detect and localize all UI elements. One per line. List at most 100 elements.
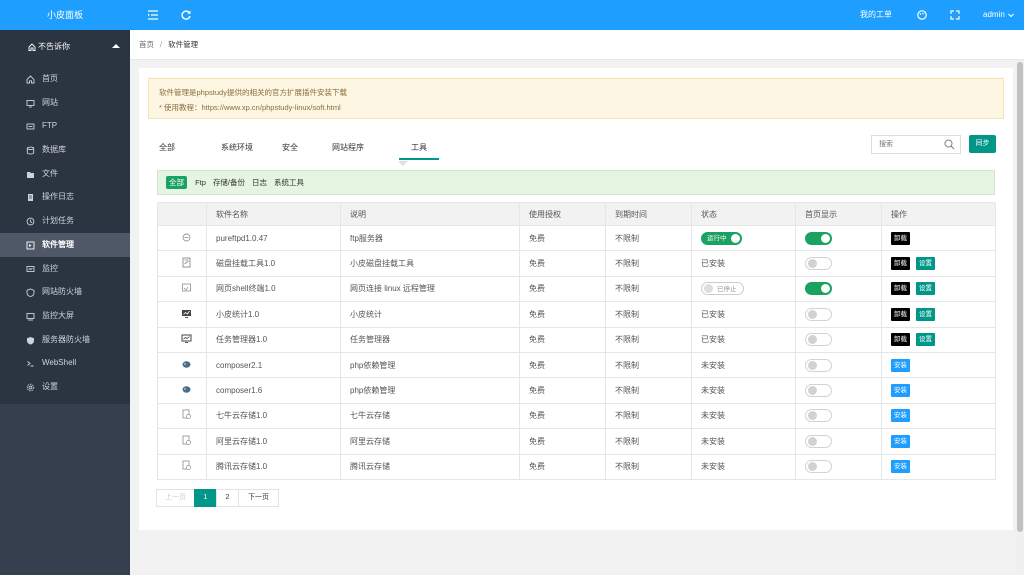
admin-menu[interactable]: admin (983, 0, 1015, 30)
home-display-cell (795, 250, 882, 277)
pager-page-1[interactable]: 1 (194, 489, 217, 507)
app-title[interactable]: 小皮面板 (0, 0, 130, 30)
install-button[interactable]: 安装 (891, 434, 910, 448)
status-cell: 未安装 (691, 377, 796, 404)
sync-button[interactable]: 同步 (969, 135, 996, 153)
sidebar-item-ftp[interactable]: FTP (0, 114, 130, 138)
install-button[interactable]: 安装 (891, 384, 910, 398)
tab-0[interactable]: 全部 (157, 138, 177, 160)
tab-4[interactable]: 工具 (399, 138, 439, 160)
pager-page-2[interactable]: 2 (216, 489, 239, 507)
settings-button[interactable]: 设置 (916, 282, 935, 296)
uninstall-button[interactable]: 卸载 (891, 231, 910, 245)
home-display-switch[interactable] (805, 231, 832, 245)
home-display-switch[interactable] (805, 282, 832, 296)
subcategory-filter: 全部 Ftp 存储/备份 日志 系统工具 (157, 170, 995, 195)
license-type: 免费 (519, 301, 606, 328)
sidebar-item-log[interactable]: 操作日志 (0, 185, 130, 209)
uninstall-button[interactable]: 卸载 (891, 307, 910, 321)
sidebar-item-terminal[interactable]: WebShell (0, 351, 130, 375)
sidebar-item-home[interactable]: 首页 (0, 67, 130, 91)
sidebar-item-shield[interactable]: 网站防火墙 (0, 280, 130, 304)
license-type: 免费 (519, 377, 606, 404)
sidebar-item-gear[interactable]: 设置 (0, 375, 130, 399)
install-button[interactable]: 安装 (891, 358, 910, 372)
status-toggle-running[interactable]: 运行中 (701, 231, 742, 245)
subfilter-option[interactable]: Ftp (195, 178, 206, 187)
install-button[interactable]: 安装 (891, 460, 910, 474)
home-display-switch[interactable] (805, 333, 832, 347)
sidebar-item-label: 首页 (42, 74, 58, 83)
column-header: 到期时间 (605, 202, 692, 226)
pager-next-button[interactable]: 下一页 (238, 489, 279, 507)
home-display-cell (795, 301, 882, 328)
uninstall-button[interactable]: 卸载 (891, 282, 910, 296)
theme-icon[interactable] (916, 9, 928, 21)
column-header: 说明 (340, 202, 520, 226)
home-display-switch[interactable] (805, 257, 832, 271)
home-display-cell (795, 224, 882, 252)
table-row: 阿里云存储1.0 阿里云存储 免费 不限制 未安装 安装 (157, 428, 996, 455)
sidebar-item-monitor[interactable]: 网站 (0, 91, 130, 115)
sidebar-item-clock[interactable]: 计划任务 (0, 209, 130, 233)
search-icon[interactable] (944, 139, 955, 150)
install-button[interactable]: 安装 (891, 409, 910, 423)
sidebar-item-label: 文件 (42, 168, 58, 178)
settings-button[interactable]: 设置 (916, 257, 935, 271)
home-display-switch[interactable] (805, 358, 832, 372)
settings-button[interactable]: 设置 (916, 307, 935, 321)
home-display-switch[interactable] (805, 409, 832, 423)
sidebar-item-folder[interactable]: 文件 (0, 162, 130, 186)
shell-icon (182, 284, 191, 292)
table-row: composer1.6 php依赖管理 免费 不限制 未安装 安装 (157, 377, 996, 404)
refresh-icon[interactable] (180, 9, 192, 21)
actions-cell: 安装 (881, 453, 996, 480)
sidebar-item-monitor-chart[interactable]: 监控 (0, 257, 130, 281)
expire-time: 不限制 (605, 428, 692, 455)
notice-line-2[interactable]: * 使用教程：https://www.xp.cn/phpstudy-linux/… (159, 100, 993, 115)
license-type: 免费 (519, 351, 606, 379)
home-display-switch[interactable] (805, 434, 832, 448)
menu-toggle-icon[interactable] (147, 9, 159, 21)
sidebar-item-software[interactable]: 软件管理 (0, 232, 130, 257)
status-toggle-stopped[interactable]: 已停止 (701, 282, 744, 296)
software-description: 小皮磁盘挂载工具 (340, 250, 520, 277)
column-header: 首页显示 (795, 202, 882, 226)
sidebar-item-database[interactable]: 数据库 (0, 138, 130, 162)
settings-button[interactable]: 设置 (916, 333, 935, 347)
home-display-switch[interactable] (805, 460, 832, 474)
top-bar: 小皮面板 我的工单 admin (0, 0, 1024, 30)
fullscreen-icon[interactable] (949, 9, 961, 21)
subfilter-option[interactable]: 日志 (252, 178, 267, 187)
monitor-chart-icon (26, 265, 35, 272)
my-tickets-link[interactable]: 我的工单 (860, 0, 892, 30)
breadcrumb-home[interactable]: 首页 (139, 40, 154, 49)
sidebar-item-label: 服务器防火墙 (42, 334, 90, 344)
clock-icon (26, 217, 35, 226)
subfilter-all[interactable]: 全部 (166, 176, 187, 189)
main-card: 软件管理是phpstudy提供的相关的官方扩展插件安装下载 * 使用教程：htt… (139, 68, 1013, 530)
table-row: 腾讯云存储1.0 腾讯云存储 免费 不限制 未安装 安装 (157, 453, 996, 480)
sidebar: 不告诉你 首页网站 FTP 数据库文件操作日志 计划任务 软件管理 监控 网站防火墙 监控大屏… (0, 30, 130, 575)
tab-3[interactable]: 网站程序 (325, 138, 371, 160)
tab-2[interactable]: 安全 (279, 138, 301, 160)
table-row: pureftpd1.0.47 ftp服务器 免费 不限制 运行中 卸载 (157, 224, 996, 252)
subfilter-option[interactable]: 系统工具 (274, 178, 304, 187)
software-name: 磁盘挂载工具1.0 (206, 250, 341, 277)
home-display-switch[interactable] (805, 384, 832, 398)
stats-icon (182, 309, 191, 318)
uninstall-button[interactable]: 卸载 (891, 333, 910, 347)
sidebar-item-screen[interactable]: 监控大屏 (0, 304, 130, 328)
scrollbar-thumb[interactable] (1017, 62, 1023, 532)
sidebar-item-server-shield[interactable]: 服务器防火墙 (0, 328, 130, 352)
uninstall-button[interactable]: 卸载 (891, 257, 910, 271)
home-display-switch[interactable] (805, 307, 832, 321)
scrollbar[interactable] (1016, 60, 1024, 575)
table-row: 网页shell终端1.0 网页连接 linux 远程管理 免费 不限制 已停止 卸载 设置 (157, 275, 996, 303)
software-icon-cell (157, 224, 207, 252)
tab-1[interactable]: 系统环境 (215, 138, 259, 160)
pager-prev-button[interactable]: 上一页 (156, 489, 195, 507)
table-row: 任务管理器1.0 任务管理器 免费 不限制 已安装 卸载 设置 (157, 326, 996, 353)
sidebar-user[interactable]: 不告诉你 (0, 30, 130, 63)
subfilter-option[interactable]: 存储/备份 (213, 178, 245, 187)
